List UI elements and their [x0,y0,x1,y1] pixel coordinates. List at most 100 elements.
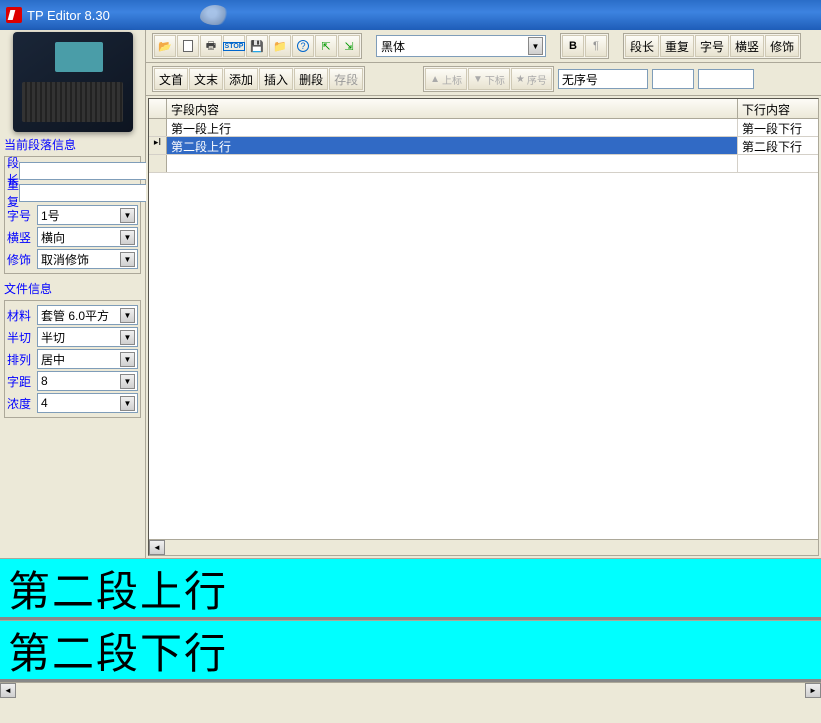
select-spacing[interactable]: 8 ▼ [37,371,138,391]
section-current-paragraph-title: 当前段落信息 [0,134,145,155]
decoration-button[interactable]: 修饰 [765,35,799,57]
repeat-button[interactable]: 重复 [660,35,694,57]
open-file-button[interactable]: 📁 [269,35,291,57]
select-align[interactable]: 居中 ▼ [37,349,138,369]
select-halfcut[interactable]: 半切 ▼ [37,327,138,347]
preview-line-up: 第二段上行 [0,558,821,620]
chevron-down-icon: ▼ [120,252,135,267]
content-area: 📂 🖶 STOP 💾 📁 ? ⇱ ⇲ 黑体 ▼ B ¶ [146,30,821,558]
select-density[interactable]: 4 ▼ [37,393,138,413]
chevron-down-icon: ▼ [120,230,135,245]
segments-table: 字段内容 下行内容 第一段上行 第一段下行 I 第二段上行 第二段下行 ◄ [148,98,819,556]
open-button[interactable]: 📂 [154,35,176,57]
scroll-right-button[interactable]: ► [805,683,821,698]
select-halfcut-value: 半切 [41,329,65,346]
scroll-track[interactable] [165,540,818,555]
cell-content[interactable]: 第二段上行 [167,137,738,154]
select-decoration[interactable]: 取消修饰 ▼ [37,249,138,269]
label-repeat: 重复 [7,176,19,210]
open-icon: 📂 [158,40,172,53]
cell-down[interactable] [738,155,818,172]
label-fontsize: 字号 [7,207,37,224]
font-family-select[interactable]: 黑体 ▼ [376,35,546,57]
cell-content[interactable] [167,155,738,172]
subscript-button[interactable]: ▼下标 [468,68,510,90]
device-image [13,32,133,132]
scroll-track[interactable] [16,683,805,698]
bold-icon: B [569,40,577,52]
bold-button[interactable]: B [562,35,584,57]
select-fontsize[interactable]: 1号 ▼ [37,205,138,225]
superscript-button[interactable]: ▲上标 [425,68,467,90]
column-header-down[interactable]: 下行内容 [738,99,818,118]
chevron-down-icon: ▼ [120,330,135,345]
chevron-down-icon: ▼ [120,374,135,389]
table-row-empty[interactable] [149,155,818,173]
row-indicator [149,155,167,172]
folder-open-icon: 📁 [273,40,287,53]
arrow-down-icon: ▼ [473,74,483,85]
label-decoration: 修饰 [7,251,37,268]
row-indicator: I [149,137,167,154]
import-button[interactable]: ⇲ [338,35,360,57]
print-button[interactable]: 🖶 [200,35,222,57]
scroll-left-button[interactable]: ◄ [149,540,165,555]
app-title: TP Editor 8.30 [27,8,110,23]
cell-down[interactable]: 第二段下行 [738,137,818,154]
preview-area: 第二段上行 第二段下行 [0,558,821,682]
chevron-down-icon: ▼ [528,37,543,55]
printer-icon: 🖶 [206,37,216,56]
new-doc-button[interactable] [177,35,199,57]
stop-button[interactable]: STOP [223,35,245,57]
length-button[interactable]: 段长 [625,35,659,57]
delete-segment-button[interactable]: 删段 [294,68,328,90]
table-horizontal-scrollbar[interactable]: ◄ [149,539,818,555]
section-file-info-title: 文件信息 [0,278,145,299]
cell-down[interactable]: 第一段下行 [738,119,818,136]
select-material[interactable]: 套管 6.0平方 ▼ [37,305,138,325]
chevron-down-icon: ▼ [120,308,135,323]
select-orientation-value: 横向 [41,229,65,246]
save-segment-button[interactable]: 存段 [329,68,363,90]
table-header: 字段内容 下行内容 [149,99,818,119]
label-density: 浓度 [7,395,37,412]
column-header-content[interactable]: 字段内容 [167,99,738,118]
toolbar-2: 文首 文末 添加 插入 删段 存段 ▲上标 ▼下标 ★序号 [146,63,821,96]
paragraph-mark-button[interactable]: ¶ [585,35,607,57]
toolbar-1: 📂 🖶 STOP 💾 📁 ? ⇱ ⇲ 黑体 ▼ B ¶ [146,30,821,63]
save-button[interactable]: 💾 [246,35,268,57]
table-row[interactable]: 第一段上行 第一段下行 [149,119,818,137]
help-button[interactable]: ? [292,35,314,57]
label-halfcut: 半切 [7,329,37,346]
sequence-input-3[interactable] [698,69,754,89]
select-density-value: 4 [41,396,48,410]
label-material: 材料 [7,307,37,324]
select-spacing-value: 8 [41,374,48,388]
select-material-value: 套管 6.0平方 [41,307,109,324]
insert-segment-button[interactable]: 插入 [259,68,293,90]
select-align-value: 居中 [41,351,65,368]
chevron-down-icon: ▼ [120,208,135,223]
select-fontsize-value: 1号 [41,207,60,224]
cell-content[interactable]: 第一段上行 [167,119,738,136]
star-icon: ★ [516,74,525,85]
import-icon: ⇲ [344,40,353,53]
sequence-button[interactable]: ★序号 [511,68,552,90]
paragraph-info-panel: 段长 重复 字号 1号 ▼ 横竖 横向 ▼ [4,156,141,274]
doc-end-button[interactable]: 文末 [189,68,223,90]
sequence-type-input[interactable] [558,69,648,89]
file-info-panel: 材料 套管 6.0平方 ▼ 半切 半切 ▼ 排列 居中 ▼ [4,300,141,418]
table-row[interactable]: I 第二段上行 第二段下行 [149,137,818,155]
fontsize-button[interactable]: 字号 [695,35,729,57]
app-icon [6,7,22,23]
sequence-input-2[interactable] [652,69,694,89]
help-icon: ? [297,40,309,52]
orientation-button[interactable]: 横竖 [730,35,764,57]
select-orientation[interactable]: 横向 ▼ [37,227,138,247]
export-button[interactable]: ⇱ [315,35,337,57]
doc-home-button[interactable]: 文首 [154,68,188,90]
font-family-value: 黑体 [381,38,405,55]
add-segment-button[interactable]: 添加 [224,68,258,90]
scroll-left-button[interactable]: ◄ [0,683,16,698]
window-horizontal-scrollbar[interactable]: ◄ ► [0,682,821,698]
